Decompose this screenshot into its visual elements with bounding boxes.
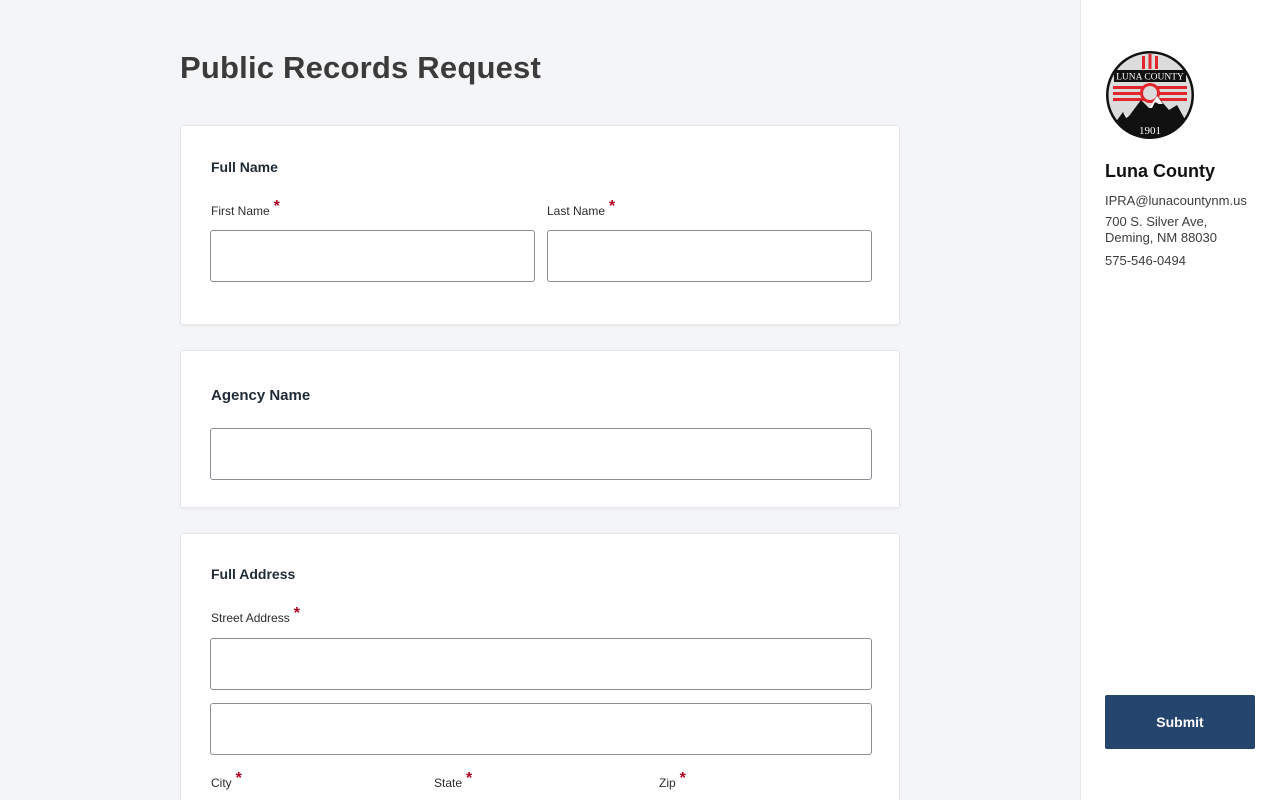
submit-button[interactable]: Submit (1105, 695, 1255, 749)
state-label-text: State (434, 776, 463, 790)
first-name-label: First Name * (211, 198, 280, 220)
agency-name-heading: Agency Name (211, 387, 311, 404)
agency-name-card: Agency Name (180, 350, 900, 508)
full-name-heading: Full Name (211, 159, 278, 175)
contact-address-line1: 700 S. Silver Ave, (1105, 214, 1208, 229)
full-address-card: Full Address Street Address * City * State… (180, 533, 900, 800)
street-address-label-text: Street Address (211, 611, 290, 625)
required-asterisk: * (466, 770, 473, 787)
contact-email: IPRA@lunacountynm.us (1105, 193, 1247, 208)
first-name-label-text: First Name (211, 204, 270, 218)
zip-label-text: Zip (659, 776, 676, 790)
sidebar: LUNA COUNTY 1901 Luna County IPRA@lunaco… (1080, 0, 1280, 800)
city-label: City * (211, 770, 242, 792)
page-title: Public Records Request (180, 50, 541, 85)
org-name: Luna County (1105, 161, 1215, 181)
seal-top-text: LUNA COUNTY (1116, 73, 1184, 83)
agency-name-input[interactable] (210, 428, 872, 480)
required-asterisk: * (273, 198, 280, 215)
street-address-line2-input[interactable] (210, 703, 872, 755)
required-asterisk: * (235, 770, 242, 787)
city-label-text: City (211, 776, 232, 790)
luna-county-seal-logo: LUNA COUNTY 1901 (1105, 50, 1195, 140)
contact-phone: 575-546-0494 (1105, 253, 1186, 268)
zip-label: Zip * (659, 770, 686, 792)
last-name-label-text: Last Name (547, 204, 606, 218)
main-content: Public Records Request Full Name First N… (0, 0, 1080, 800)
required-asterisk: * (679, 770, 686, 787)
last-name-label: Last Name * (547, 198, 615, 220)
full-name-card: Full Name First Name * Last Name * (180, 125, 900, 325)
first-name-input[interactable] (210, 230, 535, 282)
last-name-input[interactable] (547, 230, 872, 282)
state-label: State * (434, 770, 472, 792)
required-asterisk: * (293, 605, 300, 622)
full-address-heading: Full Address (211, 566, 296, 582)
street-address-line1-input[interactable] (210, 638, 872, 690)
required-asterisk: * (609, 198, 616, 215)
seal-year-text: 1901 (1139, 125, 1161, 137)
contact-address-line2: Deming, NM 88030 (1105, 230, 1217, 245)
street-address-label: Street Address * (211, 605, 300, 627)
